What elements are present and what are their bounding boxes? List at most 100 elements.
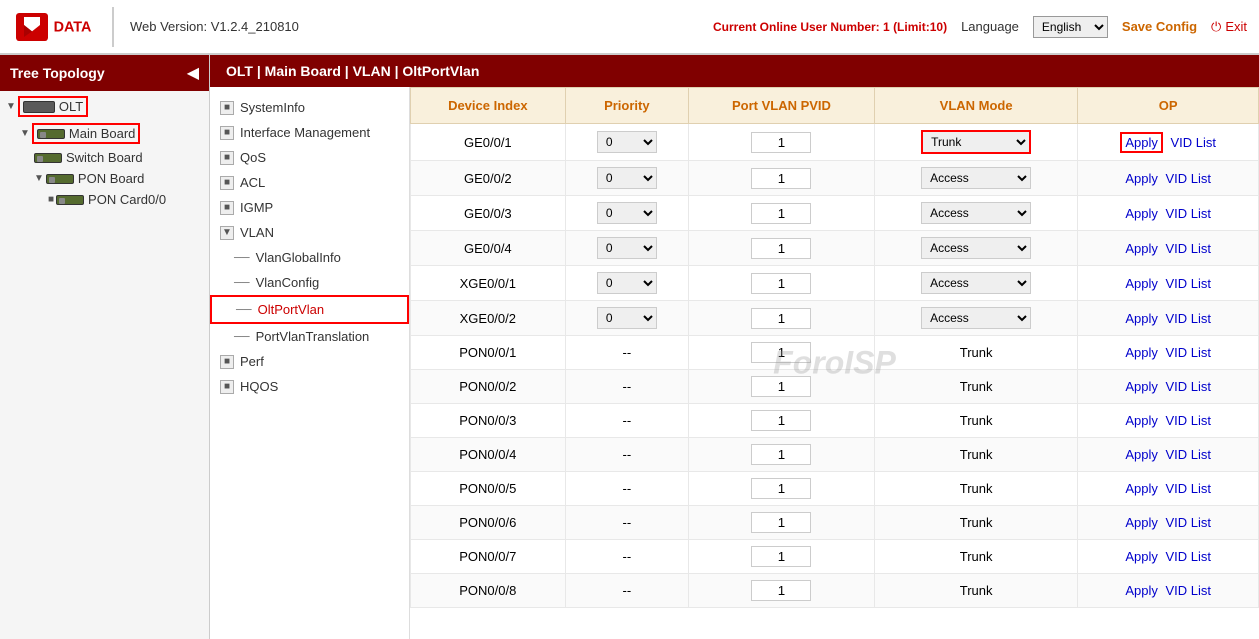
menu-item-hqos[interactable]: ■ HQOS [210, 374, 409, 399]
vid-list-link[interactable]: VID List [1166, 379, 1212, 394]
main-board-children: Switch Board ▼ PON Board ■ PON Card0/0 [28, 147, 209, 210]
pvid-input[interactable] [751, 376, 811, 397]
op: Apply VID List [1078, 161, 1259, 196]
language-select[interactable]: English Chinese [1033, 16, 1108, 38]
priority-select[interactable]: 01234567 [597, 131, 657, 153]
pvid-input[interactable] [751, 273, 811, 294]
vid-list-link[interactable]: VID List [1166, 481, 1212, 496]
vid-list-link[interactable]: VID List [1166, 345, 1212, 360]
pvid-input[interactable] [751, 546, 811, 567]
dot-icon: ── [234, 331, 250, 343]
vid-list-link[interactable]: VID List [1166, 311, 1212, 326]
menu-item-olt-port-vlan[interactable]: ── OltPortVlan [210, 295, 409, 324]
op: Apply VID List [1078, 196, 1259, 231]
sidebar-header: Tree Topology ◀ [0, 55, 209, 91]
device-index: GE0/0/3 [411, 196, 566, 231]
menu-item-perf[interactable]: ■ Perf [210, 349, 409, 374]
apply-button[interactable]: Apply [1125, 241, 1158, 256]
vlan-mode: TrunkAccess [874, 124, 1078, 161]
tree-item-pon-card[interactable]: ■ PON Card0/0 [42, 189, 209, 210]
apply-button[interactable]: Apply [1125, 447, 1158, 462]
vlan-mode-select[interactable]: AccessTrunk [921, 307, 1031, 329]
menu-item-port-vlan-translation[interactable]: ── PortVlanTranslation [210, 324, 409, 349]
save-config-button[interactable]: Save Config [1122, 19, 1197, 34]
menu-item-vlan[interactable]: ▼ VLAN [210, 220, 409, 245]
vid-list-link[interactable]: VID List [1166, 549, 1212, 564]
vlan-mode: Trunk [874, 506, 1078, 540]
pvid-input[interactable] [751, 478, 811, 499]
pvid-input[interactable] [751, 342, 811, 363]
apply-button[interactable]: Apply [1125, 413, 1158, 428]
sidebar-collapse-button[interactable]: ◀ [187, 63, 199, 83]
vid-list-link[interactable]: VID List [1166, 241, 1212, 256]
apply-button[interactable]: Apply [1125, 549, 1158, 564]
apply-button[interactable]: Apply [1125, 276, 1158, 291]
olt-label: OLT [59, 99, 83, 114]
sidebar-title: Tree Topology [10, 65, 105, 81]
tree-item-pon-board[interactable]: ▼ PON Board [28, 168, 209, 189]
priority-select[interactable]: 0 [597, 237, 657, 259]
pvid-input[interactable] [751, 203, 811, 224]
apply-button[interactable]: Apply [1125, 345, 1158, 360]
vlan-mode-select[interactable]: AccessTrunk [921, 272, 1031, 294]
vlan-mode-select[interactable]: AccessTrunk [921, 167, 1031, 189]
menu-item-interface[interactable]: ■ Interface Management [210, 120, 409, 145]
vid-list-link[interactable]: VID List [1166, 171, 1212, 186]
pvid [689, 266, 875, 301]
vid-list-link[interactable]: VID List [1166, 206, 1212, 221]
apply-button[interactable]: Apply [1125, 311, 1158, 326]
priority-select[interactable]: 0 [597, 272, 657, 294]
menu-item-qos[interactable]: ■ QoS [210, 145, 409, 170]
pvid-input[interactable] [751, 238, 811, 259]
table-row: PON0/0/2 -- Trunk Apply VID List [411, 370, 1259, 404]
apply-button[interactable]: Apply [1125, 379, 1158, 394]
apply-button[interactable]: Apply [1125, 206, 1158, 221]
pvid [689, 506, 875, 540]
pvid-input[interactable] [751, 580, 811, 601]
pon-card-label: PON Card0/0 [88, 192, 166, 207]
apply-button[interactable]: Apply [1125, 171, 1158, 186]
pvid [689, 336, 875, 370]
apply-button[interactable]: Apply [1125, 481, 1158, 496]
vlan-mode-select[interactable]: TrunkAccess [921, 130, 1031, 154]
priority-select[interactable]: 0 [597, 307, 657, 329]
menu-item-igmp[interactable]: ■ IGMP [210, 195, 409, 220]
power-icon: ⏻ [1211, 19, 1221, 35]
menu-item-acl[interactable]: ■ ACL [210, 170, 409, 195]
vid-list-link[interactable]: VID List [1166, 583, 1212, 598]
menu-item-vlan-global[interactable]: ── VlanGlobalInfo [210, 245, 409, 270]
main-board-icon [37, 129, 65, 139]
vid-list-link[interactable]: VID List [1166, 515, 1212, 530]
exit-label: Exit [1225, 19, 1247, 34]
menu-item-vlan-config[interactable]: ── VlanConfig [210, 270, 409, 295]
vlan-mode-select[interactable]: AccessTrunk [921, 237, 1031, 259]
priority: -- [565, 438, 688, 472]
pvid-input[interactable] [751, 444, 811, 465]
menu-item-systeminfo[interactable]: ■ SystemInfo [210, 95, 409, 120]
tree-item-olt[interactable]: ▼ OLT [0, 93, 209, 120]
pvid-input[interactable] [751, 132, 811, 153]
vid-list-link[interactable]: VID List [1166, 276, 1212, 291]
priority-select[interactable]: 0 [597, 202, 657, 224]
apply-button[interactable]: Apply [1120, 132, 1163, 153]
exit-button[interactable]: ⏻ Exit [1211, 19, 1247, 35]
device-index: GE0/0/2 [411, 161, 566, 196]
apply-button[interactable]: Apply [1125, 583, 1158, 598]
device-index: GE0/0/1 [411, 124, 566, 161]
vid-list-link[interactable]: VID List [1166, 413, 1212, 428]
apply-button[interactable]: Apply [1125, 515, 1158, 530]
vlan-mode-select[interactable]: AccessTrunk [921, 202, 1031, 224]
pvid-input[interactable] [751, 168, 811, 189]
vlan-mode: Trunk [874, 404, 1078, 438]
op: Apply VID List [1078, 438, 1259, 472]
tree-item-switch-board[interactable]: Switch Board [28, 147, 209, 168]
priority-select[interactable]: 0 [597, 167, 657, 189]
pvid-input[interactable] [751, 512, 811, 533]
svg-text:DATA: DATA [54, 19, 92, 35]
priority: 0 [565, 231, 688, 266]
pvid-input[interactable] [751, 308, 811, 329]
pvid-input[interactable] [751, 410, 811, 431]
vid-list-link[interactable]: VID List [1171, 135, 1217, 150]
vid-list-link[interactable]: VID List [1166, 447, 1212, 462]
tree-item-main-board[interactable]: ▼ Main Board [14, 120, 209, 147]
